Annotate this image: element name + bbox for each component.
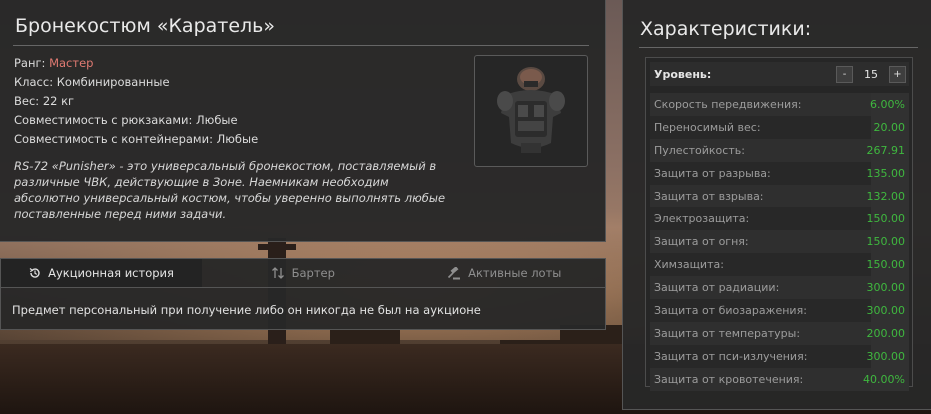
stat-name: Химзащита:	[654, 258, 724, 272]
stat-row: Скорость передвижения: 6.00%	[650, 93, 909, 116]
stat-name: Защита от биозаражения:	[654, 303, 807, 317]
stat-value: 40.00%	[863, 367, 909, 391]
stat-name: Электрозащита:	[654, 212, 750, 226]
divider	[639, 47, 918, 48]
stat-value: 150.00	[867, 253, 909, 277]
stat-name: Защита от кровотечения:	[654, 372, 804, 386]
stat-name: Скорость передвижения:	[654, 97, 802, 111]
stat-name: Защита от температуры:	[654, 326, 801, 340]
level-stepper: - 15 +	[836, 65, 906, 83]
swap-arrows-icon	[271, 267, 284, 279]
stat-name: Защита от взрыва:	[654, 189, 764, 203]
market-tabs-panel: Аукционная история Бартер Активные лоты …	[0, 258, 606, 330]
stat-value: 150.00	[867, 230, 909, 254]
stat-value: 300.00	[867, 276, 909, 300]
stat-value: 150.00	[867, 207, 909, 231]
stat-name: Защита от огня:	[654, 235, 749, 249]
characteristics-title: Характеристики:	[640, 18, 812, 40]
item-thumbnail	[474, 55, 588, 167]
tab-auction-history[interactable]: Аукционная история	[1, 259, 202, 287]
stats-box: Уровень: - 15 + Скорость передвижения: 6.…	[645, 57, 913, 391]
stat-value: 267.91	[867, 138, 909, 162]
stat-name: Переносимый вес:	[654, 120, 761, 134]
armor-suit-image	[497, 67, 565, 153]
tab-bar: Аукционная история Бартер Активные лоты	[1, 259, 605, 288]
rank-line: Ранг: Мастер	[14, 54, 258, 73]
level-value: 15	[864, 67, 878, 81]
stat-row: Защита от взрыва: 132.00	[650, 184, 909, 208]
item-properties: Ранг: Мастер Класс: Комбинированные Вес:…	[14, 54, 258, 149]
stat-name: Защита от пси-излучения:	[654, 349, 808, 363]
background-tower-cap	[258, 244, 296, 250]
tab-label: Активные лоты	[468, 266, 562, 280]
stat-name: Пулестойкость:	[654, 143, 745, 157]
characteristics-panel: Характеристики: Уровень: - 15 + Скорость…	[622, 0, 931, 410]
container-compat-line: Совместимость с контейнерами: Любые	[14, 132, 259, 146]
stat-row: Защита от температуры: 200.00	[650, 321, 909, 345]
stat-value: 20.00	[871, 115, 909, 139]
stat-row: Пулестойкость: 267.91	[650, 138, 909, 162]
auction-history-message: Предмет персональный при получение либо …	[12, 303, 481, 317]
tab-label: Бартер	[291, 266, 335, 280]
stat-row: Переносимый вес: 20.00	[650, 115, 909, 139]
stat-value: 200.00	[867, 321, 909, 345]
stat-row: Защита от огня: 150.00	[650, 230, 909, 254]
gavel-icon	[448, 266, 461, 279]
stat-row: Электрозащита: 150.00	[650, 207, 909, 231]
stat-row: Защита от радиации: 300.00	[650, 276, 909, 300]
tab-active-lots[interactable]: Активные лоты	[404, 259, 606, 287]
tab-barter[interactable]: Бартер	[202, 259, 404, 287]
stat-row: Защита от биозаражения: 300.00	[650, 299, 909, 322]
item-info-panel: Бронекостюм «Каратель» Ранг: Мастер Клас…	[0, 0, 606, 242]
rank-label: Ранг:	[14, 56, 46, 70]
stat-value: 135.00	[867, 161, 909, 185]
tab-label: Аукционная история	[48, 266, 174, 280]
stat-row: Защита от разрыва: 135.00	[650, 161, 909, 185]
level-row: Уровень: - 15 +	[650, 62, 909, 86]
class-line: Класс: Комбинированные	[14, 75, 170, 89]
stat-name: Защита от разрыва:	[654, 166, 771, 180]
level-label: Уровень:	[654, 67, 712, 81]
weight-line: Вес: 22 кг	[14, 94, 75, 108]
stat-value: 6.00%	[870, 93, 909, 116]
stats-list: Скорость передвижения: 6.00% Переносимый …	[650, 93, 909, 391]
stat-name: Защита от радиации:	[654, 281, 780, 295]
stat-row: Химзащита: 150.00	[650, 253, 909, 277]
item-description: RS-72 «Punisher» - это универсальный бро…	[14, 159, 446, 221]
rank-value: Мастер	[49, 56, 94, 70]
level-decrement-button[interactable]: -	[836, 65, 853, 83]
stat-value: 300.00	[867, 344, 909, 368]
stat-value: 132.00	[867, 184, 909, 208]
stat-value: 300.00	[867, 299, 909, 322]
level-increment-button[interactable]: +	[889, 65, 906, 83]
stat-row: Защита от кровотечения: 40.00%	[650, 367, 909, 391]
divider	[13, 45, 589, 46]
item-title: Бронекостюм «Каратель»	[15, 15, 275, 37]
backpack-compat-line: Совместимость с рюкзаками: Любые	[14, 113, 238, 127]
history-icon	[29, 268, 40, 278]
stat-row: Защита от пси-излучения: 300.00	[650, 344, 909, 368]
